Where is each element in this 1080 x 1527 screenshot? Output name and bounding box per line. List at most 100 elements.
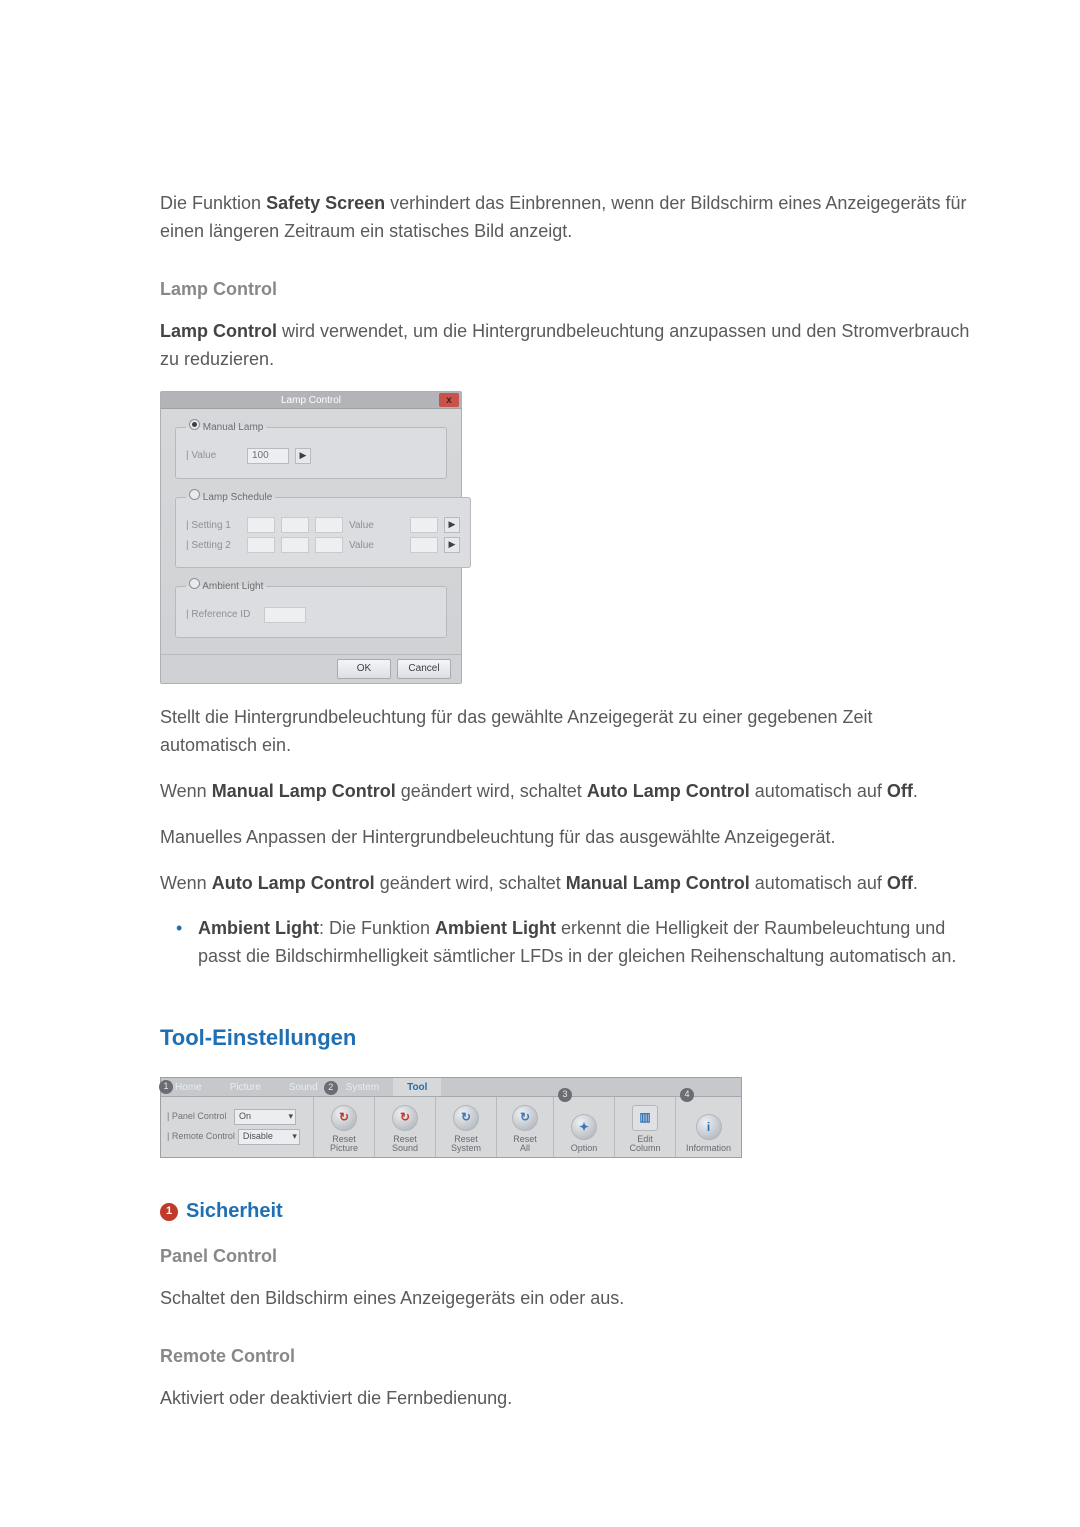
- remote-control-heading: Remote Control: [160, 1343, 970, 1371]
- setting2-spin-b[interactable]: [281, 537, 309, 553]
- ambient-light-legend-text: Ambient Light: [202, 581, 263, 592]
- tab-tool[interactable]: Tool: [393, 1078, 441, 1096]
- ambient-light-radio[interactable]: [189, 578, 200, 589]
- text: : Die Funktion: [319, 918, 435, 938]
- text: Wenn: [160, 781, 212, 801]
- badge-4: 4: [680, 1088, 694, 1102]
- setting1-spin-b[interactable]: [281, 517, 309, 533]
- setting1-spin-a[interactable]: [247, 517, 275, 533]
- manual-lamp-value-label: | Value: [186, 448, 241, 464]
- chevron-down-icon: ▾: [292, 1130, 297, 1144]
- reset-system-caption: ResetSystem: [451, 1135, 481, 1155]
- option-icon: ✦: [571, 1114, 597, 1140]
- panel-control-value: On: [239, 1110, 251, 1124]
- chevron-down-icon: ▾: [288, 1110, 293, 1124]
- safety-screen-paragraph: Die Funktion Safety Screen verhindert da…: [160, 190, 970, 246]
- lamp-schedule-radio[interactable]: [189, 489, 200, 500]
- setting2-value-input[interactable]: [410, 537, 438, 553]
- lamp-schedule-legend: Lamp Schedule: [186, 489, 275, 506]
- tab-sound[interactable]: Sound 2: [275, 1078, 332, 1096]
- information-button[interactable]: 4 i Information: [676, 1097, 741, 1157]
- tab-picture[interactable]: Picture: [216, 1078, 275, 1096]
- manual-lamp-radio[interactable]: [189, 419, 200, 430]
- lamp-after-p1: Stellt die Hintergrundbeleuchtung für da…: [160, 704, 970, 760]
- text: .: [913, 781, 918, 801]
- sicherheit-title: Sicherheit: [186, 1196, 283, 1227]
- setting2-apply-button[interactable]: ▶: [444, 537, 460, 553]
- ambient-light-bullet: Ambient Light: Die Funktion Ambient Ligh…: [198, 915, 970, 971]
- badge-1: 1: [159, 1080, 173, 1094]
- text: geändert wird, schaltet: [396, 781, 587, 801]
- reference-id-select[interactable]: [264, 607, 306, 623]
- setting1-value-input[interactable]: [410, 517, 438, 533]
- tab-system[interactable]: System: [332, 1078, 393, 1096]
- tab-label: Tool: [407, 1080, 427, 1096]
- text-bold: Ambient Light: [435, 918, 556, 938]
- lamp-schedule-group: Lamp Schedule | Setting 1 Value ▶ | Sett…: [175, 489, 471, 569]
- reference-id-label: | Reference ID: [186, 607, 258, 623]
- text-bold: Off: [887, 873, 913, 893]
- setting2-spin-a[interactable]: [247, 537, 275, 553]
- lamp-after-p4: Wenn Auto Lamp Control geändert wird, sc…: [160, 870, 970, 898]
- sicherheit-heading: 1 Sicherheit: [160, 1196, 970, 1227]
- setting1-spin-c[interactable]: [315, 517, 343, 533]
- dialog-footer: OK Cancel: [161, 654, 461, 683]
- tab-label: Picture: [230, 1080, 261, 1096]
- text-bold: Ambient Light: [198, 918, 319, 938]
- reset-picture-icon: ↻: [331, 1105, 357, 1131]
- reset-sound-button[interactable]: ↻ ResetSound: [375, 1097, 436, 1157]
- cancel-button[interactable]: Cancel: [397, 659, 451, 679]
- remote-control-label: | Remote Control: [167, 1130, 235, 1144]
- manual-lamp-legend-text: Manual Lamp: [203, 422, 264, 433]
- remote-control-body: Aktiviert oder deaktiviert die Fernbedie…: [160, 1385, 970, 1413]
- reset-all-caption: ResetAll: [513, 1135, 537, 1155]
- lamp-control-desc: Lamp Control wird verwendet, um die Hint…: [160, 318, 970, 374]
- lamp-control-dialog: Lamp Control x Manual Lamp | Value 100 ▶…: [160, 391, 462, 684]
- text: automatisch auf: [750, 873, 887, 893]
- safety-screen-bold: Safety Screen: [266, 193, 385, 213]
- edit-column-button[interactable]: ▥ EditColumn: [615, 1097, 676, 1157]
- tab-label: Sound: [289, 1080, 318, 1096]
- panel-control-body: Schaltet den Bildschirm eines Anzeigeger…: [160, 1285, 970, 1313]
- text: Wenn: [160, 873, 212, 893]
- reset-system-icon: ↻: [453, 1105, 479, 1131]
- reset-sound-icon: ↻: [392, 1105, 418, 1131]
- tool-einstellungen-heading: Tool-Einstellungen: [160, 1021, 970, 1055]
- option-button[interactable]: 3 ✦ Option: [554, 1097, 615, 1157]
- lamp-control-heading: Lamp Control: [160, 276, 970, 304]
- close-icon[interactable]: x: [439, 393, 459, 407]
- text: Die Funktion: [160, 193, 266, 213]
- setting1-label: | Setting 1: [186, 518, 241, 534]
- text-bold: Auto Lamp Control: [212, 873, 375, 893]
- sicherheit-number-badge: 1: [160, 1203, 178, 1221]
- text: automatisch auf: [750, 781, 887, 801]
- tab-label: System: [346, 1080, 379, 1096]
- ambient-light-group: Ambient Light | Reference ID: [175, 578, 447, 638]
- reset-system-button[interactable]: ↻ ResetSystem: [436, 1097, 497, 1157]
- ok-button[interactable]: OK: [337, 659, 391, 679]
- lamp-control-bold: Lamp Control: [160, 321, 277, 341]
- setting1-value-label: Value: [349, 518, 404, 534]
- manual-lamp-apply-button[interactable]: ▶: [295, 448, 311, 464]
- manual-lamp-value-input[interactable]: 100: [247, 448, 289, 464]
- text: geändert wird, schaltet: [375, 873, 566, 893]
- information-icon: i: [696, 1114, 722, 1140]
- text-bold: Auto Lamp Control: [587, 781, 750, 801]
- lamp-after-p2: Wenn Manual Lamp Control geändert wird, …: [160, 778, 970, 806]
- reset-all-icon: ↻: [512, 1105, 538, 1131]
- panel-control-heading: Panel Control: [160, 1243, 970, 1271]
- panel-control-select[interactable]: On ▾: [234, 1109, 296, 1125]
- text-bold: Manual Lamp Control: [212, 781, 396, 801]
- text: .: [913, 873, 918, 893]
- setting2-label: | Setting 2: [186, 538, 241, 554]
- security-panel: | Panel Control On ▾ | Remote Control Di…: [161, 1097, 314, 1157]
- text-bold: Manual Lamp Control: [566, 873, 750, 893]
- remote-control-select[interactable]: Disable ▾: [238, 1129, 300, 1145]
- setting2-spin-c[interactable]: [315, 537, 343, 553]
- ribbon-toolbar: 1 Home Picture Sound 2 System Tool | Pan…: [160, 1077, 742, 1158]
- setting1-apply-button[interactable]: ▶: [444, 517, 460, 533]
- tab-home[interactable]: 1 Home: [161, 1078, 216, 1096]
- edit-column-icon: ▥: [632, 1105, 658, 1131]
- reset-picture-button[interactable]: ↻ ResetPicture: [314, 1097, 375, 1157]
- reset-all-button[interactable]: ↻ ResetAll: [497, 1097, 554, 1157]
